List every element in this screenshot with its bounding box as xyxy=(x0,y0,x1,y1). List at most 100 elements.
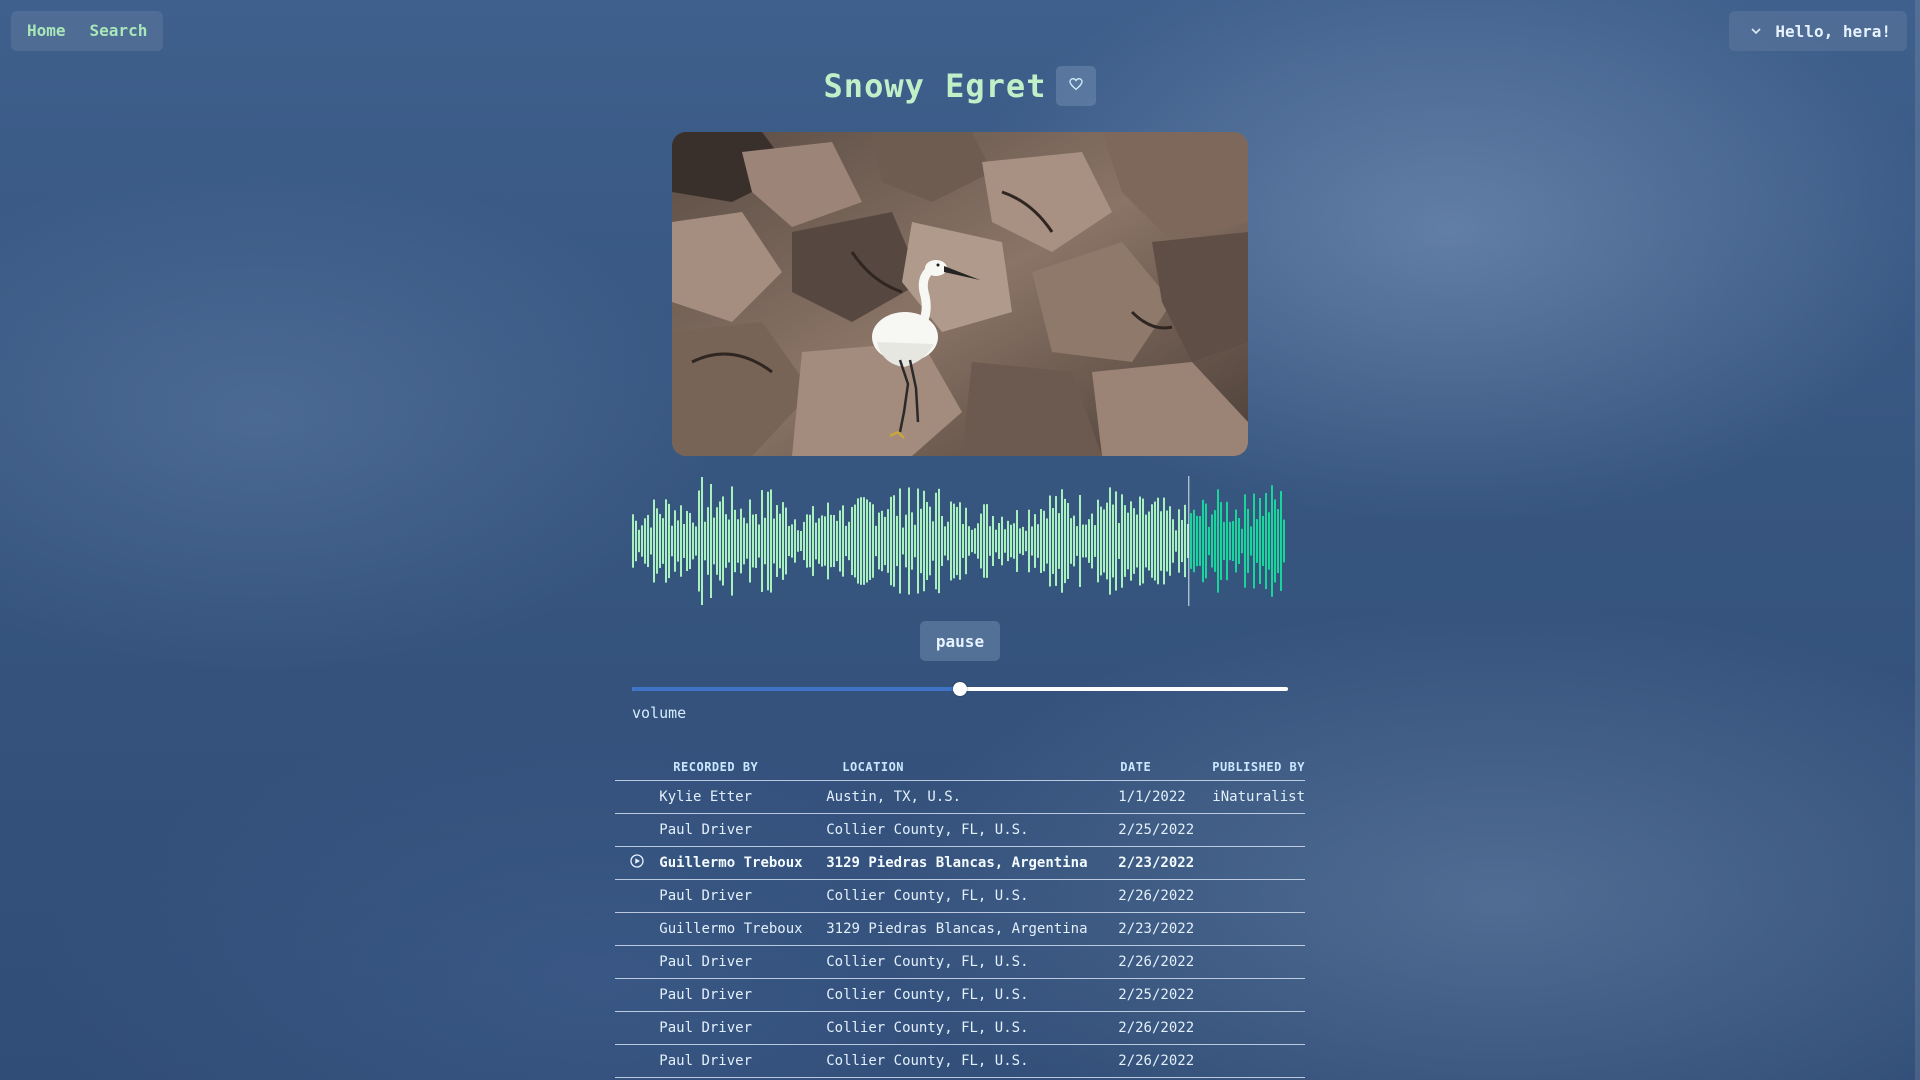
waveform-bar xyxy=(899,488,901,594)
waveform-bar xyxy=(1103,509,1105,573)
location-cell: Collier County, FL, U.S. xyxy=(826,1011,1119,1045)
table-row[interactable]: Paul Driver Collier County, FL, U.S. 2/26/… xyxy=(615,1011,1305,1045)
published-by-cell xyxy=(1212,978,1305,1012)
waveform-bar xyxy=(785,507,787,575)
waveform-bar xyxy=(719,501,721,581)
status-cell xyxy=(615,945,660,979)
waveform-bar xyxy=(827,502,829,580)
nav-home-link[interactable]: Home xyxy=(15,11,78,51)
location-cell: Collier County, FL, U.S. xyxy=(826,813,1119,847)
waveform-bar xyxy=(1073,515,1075,567)
date-cell: 2/23/2022 xyxy=(1118,912,1213,946)
playing-indicator-cell xyxy=(615,846,660,880)
waveform-bar xyxy=(1055,496,1057,586)
location-cell: Austin, TX, U.S. xyxy=(826,780,1119,814)
waveform-bar xyxy=(860,497,862,585)
waveform-bar xyxy=(1139,496,1141,586)
waveform-bar xyxy=(1196,515,1198,567)
species-header: Snowy Egret xyxy=(0,66,1920,106)
waveform-bar xyxy=(878,512,880,570)
waveform-bar xyxy=(758,524,760,558)
waveform-bar xyxy=(770,489,772,593)
waveform-bar xyxy=(788,526,790,556)
table-row[interactable]: Guillermo Treboux 3129 Piedras Blancas, A… xyxy=(615,912,1305,946)
waveform-bar xyxy=(1037,524,1039,558)
species-photo xyxy=(672,132,1248,456)
waveform-bar xyxy=(656,508,658,574)
waveform-bar xyxy=(782,502,784,580)
waveform-bar xyxy=(791,524,793,558)
waveform-bar xyxy=(947,521,949,561)
waveform-bar xyxy=(1226,501,1228,581)
favorite-button[interactable] xyxy=(1056,66,1097,106)
waveform-bar xyxy=(1247,508,1249,574)
waveform-bar xyxy=(662,518,664,564)
table-row[interactable]: Paul Driver Collier County, FL, U.S. 2/25/… xyxy=(615,813,1305,847)
waveform-bar xyxy=(926,501,928,581)
waveform-bar xyxy=(1097,499,1099,583)
table-row[interactable]: Paul Driver Collier County, FL, U.S. 2/25/… xyxy=(615,978,1305,1012)
nav-search-link[interactable]: Search xyxy=(78,11,160,51)
pause-button[interactable]: pause xyxy=(920,621,1000,661)
waveform-bar xyxy=(935,492,937,590)
waveform-bar xyxy=(1280,491,1282,591)
published-by-cell: iNaturalist xyxy=(1212,780,1305,814)
audio-waveform[interactable] xyxy=(632,476,1288,606)
waveform-bar xyxy=(839,510,841,572)
waveform-bar xyxy=(1283,519,1285,563)
waveform-bar xyxy=(644,518,646,564)
waveform-bar xyxy=(863,497,865,585)
waveform-bar xyxy=(1166,510,1168,572)
waveform-bar xyxy=(1136,514,1138,568)
waveform-bar xyxy=(1115,491,1117,591)
waveform-bar xyxy=(1082,524,1084,558)
page-scrollbar[interactable] xyxy=(1915,0,1920,1080)
waveform-bar xyxy=(1163,497,1165,585)
waveform-bar xyxy=(1112,504,1114,578)
waveform-bar xyxy=(821,515,823,567)
waveform-bar xyxy=(665,499,667,583)
waveform-bar xyxy=(1172,519,1174,563)
table-header-row: RECORDED BY LOCATION DATE PUBLISHED BY xyxy=(615,754,1305,781)
waveform-bar xyxy=(671,525,673,557)
status-cell xyxy=(615,879,660,913)
waveform-bar xyxy=(713,517,715,565)
column-header-published-by: PUBLISHED BY xyxy=(1212,754,1305,781)
waveform-bar xyxy=(1223,521,1225,561)
waveform-bar xyxy=(980,513,982,569)
location-cell: 3129 Piedras Blancas, Argentina xyxy=(826,912,1119,946)
waveform-bar xyxy=(1169,506,1171,576)
recorded-by-cell: Guillermo Treboux xyxy=(659,846,827,880)
waveform-bar xyxy=(704,521,706,561)
waveform-bar xyxy=(881,510,883,572)
waveform-bar xyxy=(806,514,808,568)
table-row[interactable]: Guillermo Treboux 3129 Piedras Blancas, A… xyxy=(615,846,1305,880)
waveform-bar xyxy=(1001,516,1003,566)
waveform-bar xyxy=(1157,497,1159,585)
waveform-bar xyxy=(992,515,994,567)
waveform-bar xyxy=(692,522,694,560)
status-cell xyxy=(615,780,660,814)
waveform-bar xyxy=(890,496,892,586)
user-menu[interactable]: Hello, hera! xyxy=(1729,11,1907,51)
table-row[interactable]: Paul Driver Collier County, FL, U.S. 2/26/… xyxy=(615,879,1305,913)
table-row[interactable]: Paul Driver Collier County, FL, U.S. 2/26/… xyxy=(615,945,1305,979)
volume-label: volume xyxy=(632,704,687,722)
volume-slider[interactable] xyxy=(632,682,1288,696)
date-cell: 2/26/2022 xyxy=(1118,1011,1213,1045)
waveform-bar xyxy=(1034,514,1036,568)
chevron-down-icon xyxy=(1751,24,1761,38)
table-row[interactable]: Kylie Etter Austin, TX, U.S. 1/1/2022 iNatu… xyxy=(615,780,1305,814)
published-by-cell xyxy=(1212,1011,1305,1045)
waveform-bar xyxy=(686,510,688,572)
waveform-bar xyxy=(1220,502,1222,580)
volume-slider-thumb[interactable] xyxy=(953,682,967,696)
waveform-bar xyxy=(824,516,826,566)
waveform-bar xyxy=(1130,501,1132,581)
waveform-bar xyxy=(776,505,778,577)
table-row[interactable]: Paul Driver Collier County, FL, U.S. 2/26/… xyxy=(615,1044,1305,1078)
waveform-bar xyxy=(1256,519,1258,563)
waveform-bar xyxy=(896,515,898,567)
location-cell: Collier County, FL, U.S. xyxy=(826,1044,1119,1078)
waveform-bar xyxy=(938,488,940,594)
